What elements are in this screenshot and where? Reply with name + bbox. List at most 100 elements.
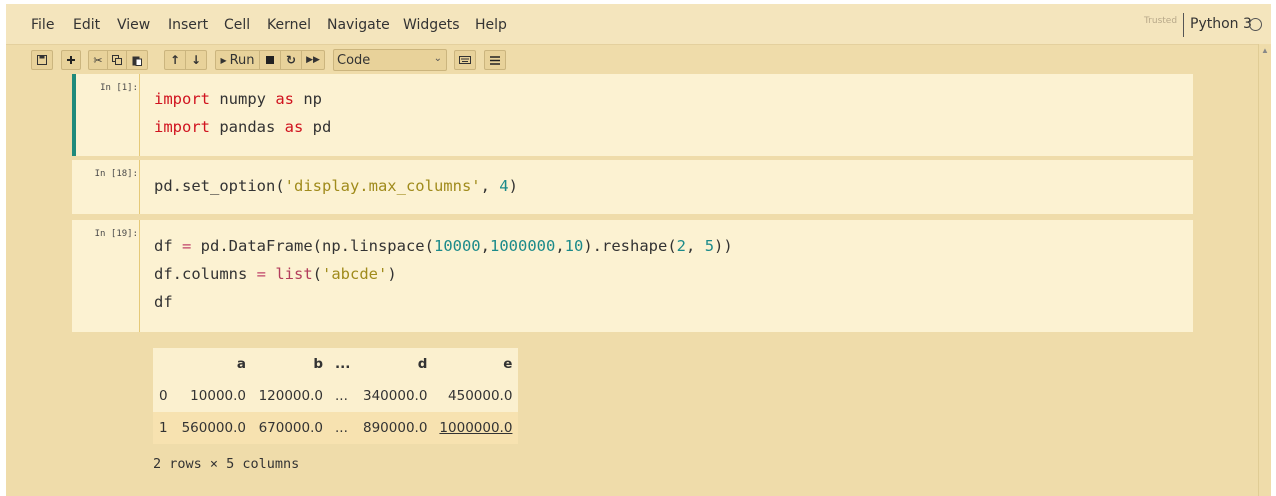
code-token: 10 xyxy=(564,237,584,255)
menu-bar: File Edit View Insert Cell Kernel Naviga… xyxy=(6,4,1271,44)
insert-cell-button[interactable] xyxy=(61,50,81,70)
code-token: pd xyxy=(303,118,332,136)
move-down-button[interactable]: ↓ xyxy=(185,50,207,70)
cell-prompt: In [18]: xyxy=(94,169,138,179)
code-token: np xyxy=(294,90,322,108)
paste-icon xyxy=(132,56,142,66)
code-token: numpy xyxy=(210,90,276,108)
code-line: import pandas as pd xyxy=(154,113,331,141)
code-token: df.columns xyxy=(154,265,257,283)
paste-button[interactable] xyxy=(126,50,148,70)
vertical-scrollbar[interactable]: ▲ xyxy=(1258,44,1271,496)
code-token: , xyxy=(480,237,490,255)
notebook-app: File Edit View Insert Cell Kernel Naviga… xyxy=(6,4,1271,496)
table-cell: 120000.0 xyxy=(258,388,323,404)
run-icon: ▶ xyxy=(220,55,227,65)
arrow-up-icon: ↑ xyxy=(169,53,181,67)
list-icon xyxy=(490,55,500,65)
menu-view[interactable]: View xyxy=(117,17,150,33)
restart-icon: ↻ xyxy=(285,53,297,67)
code-token: 2 xyxy=(676,237,687,255)
menu-help[interactable]: Help xyxy=(475,17,507,33)
plus-icon xyxy=(67,56,75,64)
code-token: pd.set_option( xyxy=(154,177,285,195)
chevron-down-icon: ⌄ xyxy=(433,53,442,64)
table-cell: 1000000.0 xyxy=(439,420,513,436)
code-token: as xyxy=(284,118,304,136)
table-cell: 560000.0 xyxy=(181,420,246,436)
stop-icon xyxy=(266,56,274,64)
trusted-indicator[interactable]: Trusted xyxy=(1144,16,1177,26)
menu-insert[interactable]: Insert xyxy=(168,17,208,33)
menu-edit[interactable]: Edit xyxy=(73,17,100,33)
fast-forward-icon: ▶▶ xyxy=(306,55,320,65)
code-token: 4 xyxy=(499,177,509,195)
copy-icon xyxy=(112,55,122,65)
table-cell: 670000.0 xyxy=(258,420,323,436)
menu-navigate[interactable]: Navigate xyxy=(327,17,390,33)
code-token: , xyxy=(686,237,705,255)
code-token: df xyxy=(154,237,182,255)
prompt-divider xyxy=(139,220,140,332)
code-token: ) xyxy=(387,265,397,283)
code-editor[interactable]: import numpy as np import pandas as pd xyxy=(154,85,331,141)
cell-type-value: Code xyxy=(337,52,371,68)
code-cell-2[interactable]: In [18]: pd.set_option('display.max_colu… xyxy=(72,160,1193,214)
table-cell: 340000.0 xyxy=(363,388,428,404)
kernel-status-icon xyxy=(1249,18,1262,31)
dataframe-table: a b ... d e 0 10000.0 120000.0 ... 34000… xyxy=(153,348,519,444)
column-header: b xyxy=(313,356,323,372)
command-palette-button[interactable] xyxy=(454,50,476,70)
code-token: 5 xyxy=(704,237,715,255)
row-index: 1 xyxy=(159,420,168,436)
keyboard-icon xyxy=(459,56,471,64)
cell-output: a b ... d e 0 10000.0 120000.0 ... 34000… xyxy=(72,332,1193,496)
restart-run-all-button[interactable]: ▶▶ xyxy=(301,50,325,70)
code-line: df = pd.DataFrame(np.linspace(10000,1000… xyxy=(154,232,733,260)
table-row: 1 560000.0 670000.0 ... 890000.0 1000000… xyxy=(153,412,519,444)
code-cell-1[interactable]: In [1]: import numpy as np import pandas … xyxy=(72,74,1193,156)
code-token: 1000000 xyxy=(490,237,556,255)
code-token: import xyxy=(154,90,210,108)
run-button[interactable]: ▶ Run xyxy=(215,50,260,70)
row-index: 0 xyxy=(159,388,168,404)
kernel-name[interactable]: Python 3 xyxy=(1190,16,1252,32)
dataframe-shape: 2 rows × 5 columns xyxy=(153,456,300,472)
copy-button[interactable] xyxy=(107,50,127,70)
code-token: = xyxy=(182,237,192,255)
scroll-up-icon[interactable]: ▲ xyxy=(1261,46,1269,55)
code-editor[interactable]: df = pd.DataFrame(np.linspace(10000,1000… xyxy=(154,232,733,316)
code-token: ).reshape( xyxy=(583,237,677,255)
code-token: 10000 xyxy=(433,237,481,255)
code-token: , xyxy=(555,237,565,255)
code-token: ( xyxy=(312,265,323,283)
table-header-row: a b ... d e xyxy=(153,348,519,380)
move-up-button[interactable]: ↑ xyxy=(164,50,186,70)
code-token: 'display.max_columns' xyxy=(284,177,481,195)
menu-widgets[interactable]: Widgets xyxy=(403,17,460,33)
cell-type-select[interactable]: Code ⌄ xyxy=(333,49,447,71)
code-line: import numpy as np xyxy=(154,85,331,113)
cut-button[interactable]: ✂ xyxy=(88,50,108,70)
code-token: ) xyxy=(508,177,518,195)
run-label: Run xyxy=(229,52,255,68)
interrupt-button[interactable] xyxy=(259,50,281,70)
save-button[interactable] xyxy=(31,50,53,70)
code-token: as xyxy=(275,90,294,108)
code-cell-3[interactable]: In [19]: df = pd.DataFrame(np.linspace(1… xyxy=(72,220,1193,332)
restart-button[interactable]: ↻ xyxy=(280,50,302,70)
save-icon xyxy=(37,55,47,65)
arrow-down-icon: ↓ xyxy=(190,53,202,67)
menu-cell[interactable]: Cell xyxy=(224,17,250,33)
toolbar: ✂ ↑ ↓ ▶ Run ↻ ▶▶ Code ⌄ xyxy=(6,44,1271,74)
code-editor[interactable]: pd.set_option('display.max_columns', 4) xyxy=(154,172,518,200)
menu-kernel[interactable]: Kernel xyxy=(267,17,311,33)
cell-prompt: In [1]: xyxy=(100,83,138,93)
toc-button[interactable] xyxy=(484,50,506,70)
cell-prompt: In [19]: xyxy=(94,229,138,239)
menu-file[interactable]: File xyxy=(31,17,54,33)
kernel-separator xyxy=(1183,13,1184,37)
code-token: pandas xyxy=(210,118,285,136)
table-row: 0 10000.0 120000.0 ... 340000.0 450000.0 xyxy=(153,380,519,412)
